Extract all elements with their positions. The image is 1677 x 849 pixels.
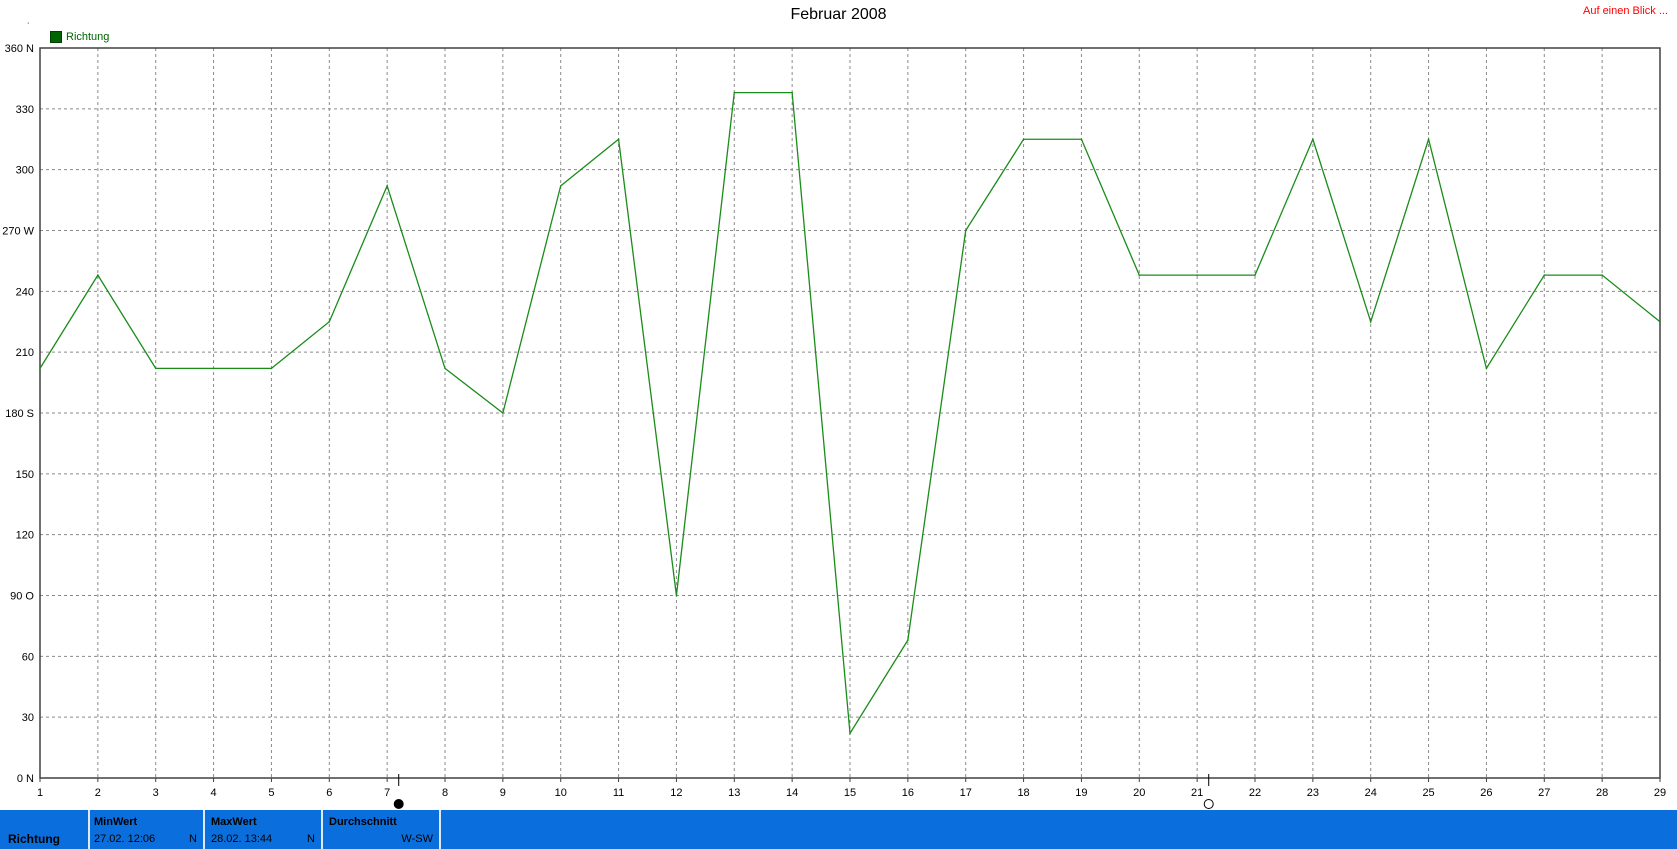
data-point — [39, 367, 41, 370]
max-value-direction: N — [307, 833, 315, 845]
data-point — [212, 367, 215, 370]
x-tick-label: 7 — [384, 787, 390, 799]
min-value-cell: MinWert 27.02. 12:06 N — [88, 810, 205, 849]
min-value-heading: MinWert — [94, 816, 138, 828]
y-tick-label: 330 — [16, 104, 34, 116]
data-point — [617, 138, 620, 141]
x-tick-label: 12 — [670, 787, 682, 799]
data-point — [97, 274, 99, 276]
x-tick-label: 2 — [95, 787, 101, 799]
stats-bar: Richtung MinWert 27.02. 12:06 N MaxWert … — [0, 810, 1677, 849]
y-tick-label: 0 N — [17, 773, 34, 785]
x-tick-label: 15 — [844, 787, 856, 799]
data-point — [154, 367, 157, 370]
stats-row-label-cell: Richtung — [0, 810, 90, 849]
y-tick-label: 300 — [16, 165, 34, 177]
x-tick-label: 5 — [268, 787, 274, 799]
x-tick-label: 13 — [728, 787, 740, 799]
x-tick-label: 1 — [37, 787, 43, 799]
max-value-cell: MaxWert 28.02. 13:44 N — [205, 810, 323, 849]
x-tick-label: 26 — [1480, 787, 1492, 799]
chart-area: 0 N306090 O120150180 S210240270 W3003303… — [2, 43, 1666, 809]
data-point — [502, 412, 504, 414]
x-tick-label: 19 — [1075, 787, 1087, 799]
data-point — [1485, 367, 1488, 370]
y-tick-label: 60 — [22, 651, 34, 663]
y-tick-label: 30 — [22, 712, 34, 724]
data-point — [733, 91, 736, 94]
y-tick-label: 180 S — [5, 408, 34, 420]
average-heading: Durchschnitt — [329, 816, 397, 828]
data-point — [1543, 274, 1546, 276]
data-point — [849, 732, 851, 735]
data-point — [386, 185, 388, 187]
data-point — [791, 91, 793, 94]
x-tick-label: 10 — [555, 787, 567, 799]
data-point — [1138, 274, 1141, 276]
max-value-heading: MaxWert — [211, 816, 257, 828]
x-tick-label: 23 — [1307, 787, 1319, 799]
data-point — [1080, 138, 1083, 141]
x-tick-label: 21 — [1191, 787, 1203, 799]
x-tick-label: 29 — [1654, 787, 1666, 799]
y-tick-label: 240 — [16, 286, 34, 298]
data-point — [1254, 274, 1256, 276]
x-tick-label: 25 — [1422, 787, 1434, 799]
min-value-date: 27.02. 12:06 — [94, 833, 156, 845]
x-tick-label: 20 — [1133, 787, 1145, 799]
data-point — [1601, 274, 1603, 276]
data-point — [1312, 138, 1314, 141]
data-point — [559, 185, 562, 187]
data-point — [1659, 320, 1661, 323]
data-point — [1369, 320, 1372, 323]
max-value-date: 28.02. 13:44 — [211, 833, 273, 845]
average-cell: Durchschnitt W-SW — [323, 810, 441, 849]
x-tick-label: 17 — [960, 787, 972, 799]
x-tick-label: 14 — [786, 787, 798, 799]
average-direction: W-SW — [401, 833, 433, 845]
data-point — [675, 594, 678, 597]
stats-row-label: Richtung — [8, 832, 60, 846]
x-tick-label: 18 — [1017, 787, 1029, 799]
x-tick-label: 4 — [211, 787, 217, 799]
data-point — [270, 367, 273, 370]
x-tick-label: 27 — [1538, 787, 1550, 799]
x-tick-label: 9 — [500, 787, 506, 799]
data-point — [1196, 274, 1198, 276]
y-tick-label: 270 W — [2, 226, 34, 238]
y-tick-label: 210 — [16, 347, 34, 359]
x-tick-label: 22 — [1249, 787, 1261, 799]
x-tick-label: 8 — [442, 787, 448, 799]
x-tick-label: 28 — [1596, 787, 1608, 799]
y-tick-label: 120 — [16, 530, 34, 542]
data-point — [444, 367, 446, 370]
y-tick-label: 90 O — [10, 591, 34, 603]
x-tick-label: 11 — [613, 787, 624, 799]
y-tick-label: 360 N — [5, 43, 34, 55]
y-tick-label: 150 — [16, 469, 34, 481]
x-tick-label: 3 — [153, 787, 159, 799]
data-point — [907, 639, 909, 641]
data-point — [964, 229, 967, 232]
full-moon-icon — [393, 799, 404, 809]
new-moon-icon — [1203, 799, 1214, 809]
data-point — [1022, 138, 1025, 141]
x-tick-label: 16 — [902, 787, 914, 799]
data-point — [328, 320, 331, 323]
min-value-direction: N — [189, 833, 197, 845]
x-tick-label: 24 — [1365, 787, 1377, 799]
x-tick-label: 6 — [326, 787, 332, 799]
data-point — [1427, 138, 1430, 141]
